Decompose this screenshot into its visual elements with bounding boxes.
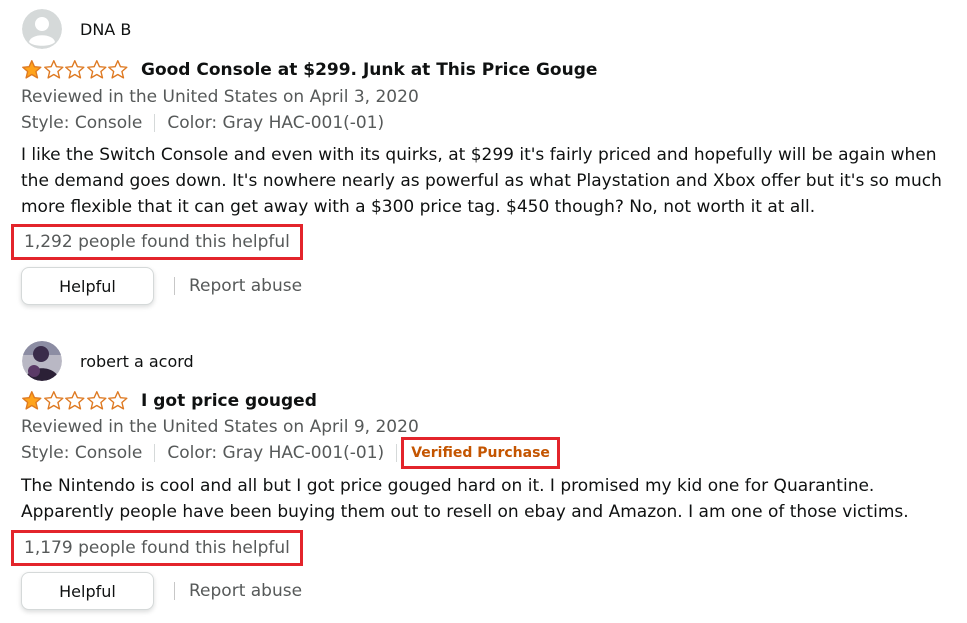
report-abuse-link[interactable]: Report abuse (189, 276, 302, 296)
verified-purchase-badge: Verified Purchase (401, 437, 560, 469)
divider (396, 444, 398, 462)
star-empty-icon (108, 60, 128, 79)
star-filled-icon (22, 60, 42, 79)
color-label[interactable]: Color: Gray HAC-001(-01) (167, 443, 384, 463)
review-body: The Nintendo is cool and all but I got p… (21, 476, 909, 522)
star-empty-icon (65, 391, 85, 410)
style-label[interactable]: Style: Console (21, 113, 142, 133)
star-empty-icon (86, 60, 107, 79)
helpful-count: 1,179 people found this helpful (11, 530, 303, 566)
star-filled-icon (22, 391, 42, 410)
star-empty-icon (108, 391, 128, 410)
review-date: Reviewed in the United States on April 3… (21, 87, 419, 107)
star-empty-icon (65, 60, 85, 79)
review-variant: Style: Console Color: Gray HAC-001(-01) … (21, 437, 560, 469)
color-label[interactable]: Color: Gray HAC-001(-01) (167, 113, 384, 133)
star-rating[interactable] (21, 59, 129, 81)
divider (174, 582, 175, 600)
divider (154, 114, 156, 132)
review-title[interactable]: I got price gouged (141, 391, 317, 411)
star-empty-icon (86, 391, 107, 410)
helpful-button[interactable]: Helpful (21, 572, 154, 610)
divider (174, 277, 175, 295)
user-photo-avatar (22, 341, 62, 381)
review-variant: Style: Console Color: Gray HAC-001(-01) (21, 113, 384, 133)
helpful-button[interactable]: Helpful (21, 267, 154, 305)
review-date: Reviewed in the United States on April 9… (21, 417, 419, 437)
reviewer-name: DNA B (80, 19, 132, 39)
helpful-count: 1,292 people found this helpful (11, 224, 303, 260)
star-empty-icon (43, 60, 64, 79)
default-avatar-icon (22, 9, 62, 49)
review-title[interactable]: Good Console at $299. Junk at This Price… (141, 60, 597, 80)
review-body: I like the Switch Console and even with … (21, 145, 942, 217)
style-label[interactable]: Style: Console (21, 443, 142, 463)
divider (154, 444, 156, 462)
star-rating[interactable] (21, 390, 129, 412)
reviewer-profile[interactable]: DNA B (22, 9, 131, 49)
reviewer-name: robert a acord (80, 351, 194, 371)
report-abuse-link[interactable]: Report abuse (189, 581, 302, 601)
star-empty-icon (43, 391, 64, 410)
reviewer-profile[interactable]: robert a acord (22, 341, 194, 381)
